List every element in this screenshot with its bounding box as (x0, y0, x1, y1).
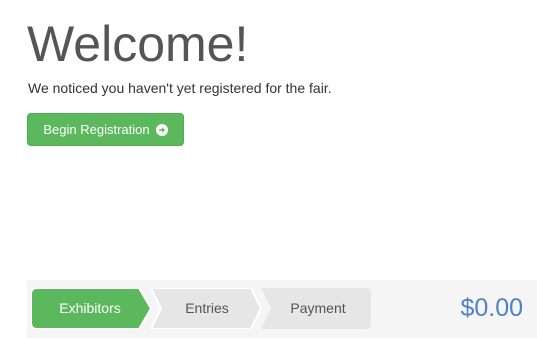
step-indicator: Exhibitors Entries Payment (31, 288, 371, 329)
step-exhibitors[interactable]: Exhibitors (31, 288, 149, 329)
cart-total: $0.00 (460, 294, 523, 322)
step-entries[interactable]: Entries (155, 288, 259, 329)
welcome-title: Welcome! (27, 16, 249, 72)
step-payment[interactable]: Payment (265, 288, 371, 329)
registration-progress-bar: Exhibitors Entries Payment $0.00 (27, 280, 537, 338)
begin-registration-button[interactable]: Begin Registration (27, 113, 184, 146)
registration-page: Welcome! We noticed you haven't yet regi… (0, 0, 537, 339)
welcome-message: We noticed you haven't yet registered fo… (28, 80, 332, 96)
begin-registration-label: Begin Registration (43, 122, 150, 137)
arrow-circle-right-icon (155, 123, 168, 136)
